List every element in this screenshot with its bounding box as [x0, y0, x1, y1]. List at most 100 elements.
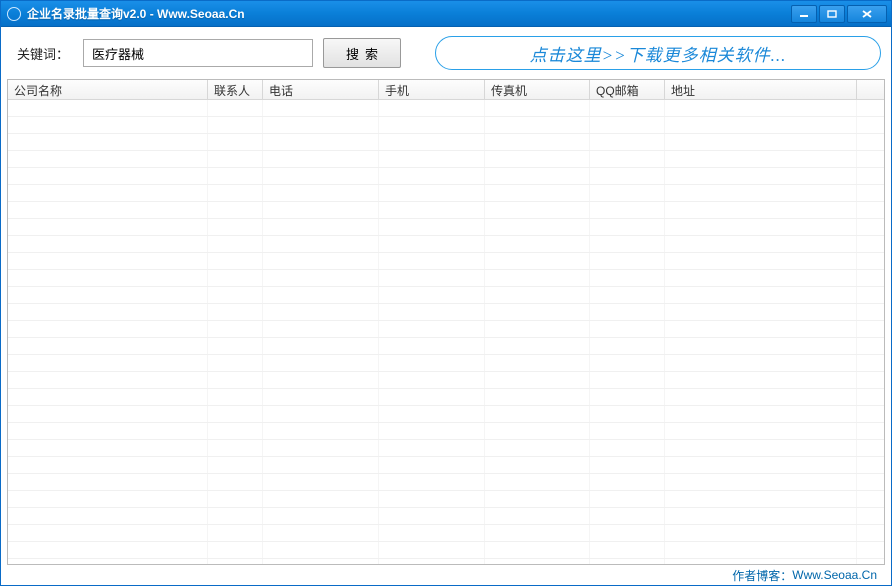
table-row[interactable]	[8, 508, 884, 525]
table-row[interactable]	[8, 168, 884, 185]
table-cell	[485, 168, 590, 184]
table-cell	[8, 202, 208, 218]
table-cell	[208, 100, 263, 116]
col-address[interactable]: 地址	[665, 80, 857, 99]
table-row[interactable]	[8, 253, 884, 270]
close-button[interactable]	[847, 5, 887, 23]
table-row[interactable]	[8, 559, 884, 564]
table-cell	[485, 457, 590, 473]
table-cell	[263, 491, 379, 507]
table-row[interactable]	[8, 542, 884, 559]
download-link[interactable]: 点击这里>>下载更多相关软件...	[435, 36, 881, 70]
table-cell	[208, 542, 263, 558]
table-cell	[857, 457, 873, 473]
table-row[interactable]	[8, 457, 884, 474]
table-cell	[665, 491, 857, 507]
table-cell	[665, 304, 857, 320]
table-cell	[665, 253, 857, 269]
table-row[interactable]	[8, 151, 884, 168]
keyword-input[interactable]	[83, 39, 313, 67]
table-cell	[263, 117, 379, 133]
table-cell	[208, 423, 263, 439]
table-row[interactable]	[8, 134, 884, 151]
table-cell	[263, 423, 379, 439]
col-fax[interactable]: 传真机	[485, 80, 590, 99]
window-controls	[791, 5, 887, 23]
table-cell	[857, 508, 873, 524]
table-cell	[263, 253, 379, 269]
table-cell	[208, 474, 263, 490]
table-cell	[665, 151, 857, 167]
table-row[interactable]	[8, 117, 884, 134]
table-row[interactable]	[8, 185, 884, 202]
col-contact[interactable]: 联系人	[208, 80, 263, 99]
table-cell	[8, 338, 208, 354]
table-row[interactable]	[8, 355, 884, 372]
table-body[interactable]	[8, 100, 884, 564]
table-row[interactable]	[8, 372, 884, 389]
table-cell	[485, 134, 590, 150]
table-cell	[379, 372, 485, 388]
table-row[interactable]	[8, 270, 884, 287]
table-cell	[208, 236, 263, 252]
table-cell	[665, 168, 857, 184]
table-cell	[8, 508, 208, 524]
table-cell	[263, 406, 379, 422]
footer-link[interactable]: Www.Seoaa.Cn	[792, 568, 877, 582]
maximize-button[interactable]	[819, 5, 845, 23]
table-cell	[590, 100, 665, 116]
table-cell	[485, 253, 590, 269]
table-row[interactable]	[8, 202, 884, 219]
table-cell	[208, 202, 263, 218]
table-cell	[263, 508, 379, 524]
table-row[interactable]	[8, 100, 884, 117]
table-row[interactable]	[8, 440, 884, 457]
col-phone[interactable]: 电话	[263, 80, 379, 99]
table-cell	[379, 134, 485, 150]
table-row[interactable]	[8, 525, 884, 542]
table-row[interactable]	[8, 389, 884, 406]
table-cell	[857, 491, 873, 507]
table-row[interactable]	[8, 287, 884, 304]
table-cell	[379, 287, 485, 303]
table-cell	[590, 508, 665, 524]
table-row[interactable]	[8, 406, 884, 423]
table-cell	[590, 219, 665, 235]
table-cell	[665, 202, 857, 218]
table-cell	[857, 542, 873, 558]
table-cell	[857, 423, 873, 439]
table-cell	[857, 100, 873, 116]
col-mobile[interactable]: 手机	[379, 80, 485, 99]
search-button[interactable]: 搜索	[323, 38, 401, 68]
table-row[interactable]	[8, 219, 884, 236]
table-row[interactable]	[8, 423, 884, 440]
table-cell	[208, 457, 263, 473]
table-cell	[665, 542, 857, 558]
table-cell	[590, 321, 665, 337]
table-cell	[208, 168, 263, 184]
table-row[interactable]	[8, 304, 884, 321]
table-row[interactable]	[8, 338, 884, 355]
table-cell	[857, 236, 873, 252]
table-cell	[590, 406, 665, 422]
table-cell	[665, 457, 857, 473]
table-cell	[590, 117, 665, 133]
table-row[interactable]	[8, 474, 884, 491]
minimize-icon	[799, 10, 809, 18]
table-row[interactable]	[8, 236, 884, 253]
table-cell	[665, 338, 857, 354]
table-row[interactable]	[8, 491, 884, 508]
table-cell	[8, 389, 208, 405]
col-qqmail[interactable]: QQ邮箱	[590, 80, 665, 99]
table-cell	[263, 236, 379, 252]
table-cell	[379, 321, 485, 337]
table-cell	[485, 304, 590, 320]
table-cell	[8, 542, 208, 558]
table-row[interactable]	[8, 321, 884, 338]
table-cell	[263, 440, 379, 456]
col-company[interactable]: 公司名称	[8, 80, 208, 99]
table-cell	[857, 440, 873, 456]
table-cell	[379, 236, 485, 252]
minimize-button[interactable]	[791, 5, 817, 23]
table-cell	[379, 559, 485, 564]
